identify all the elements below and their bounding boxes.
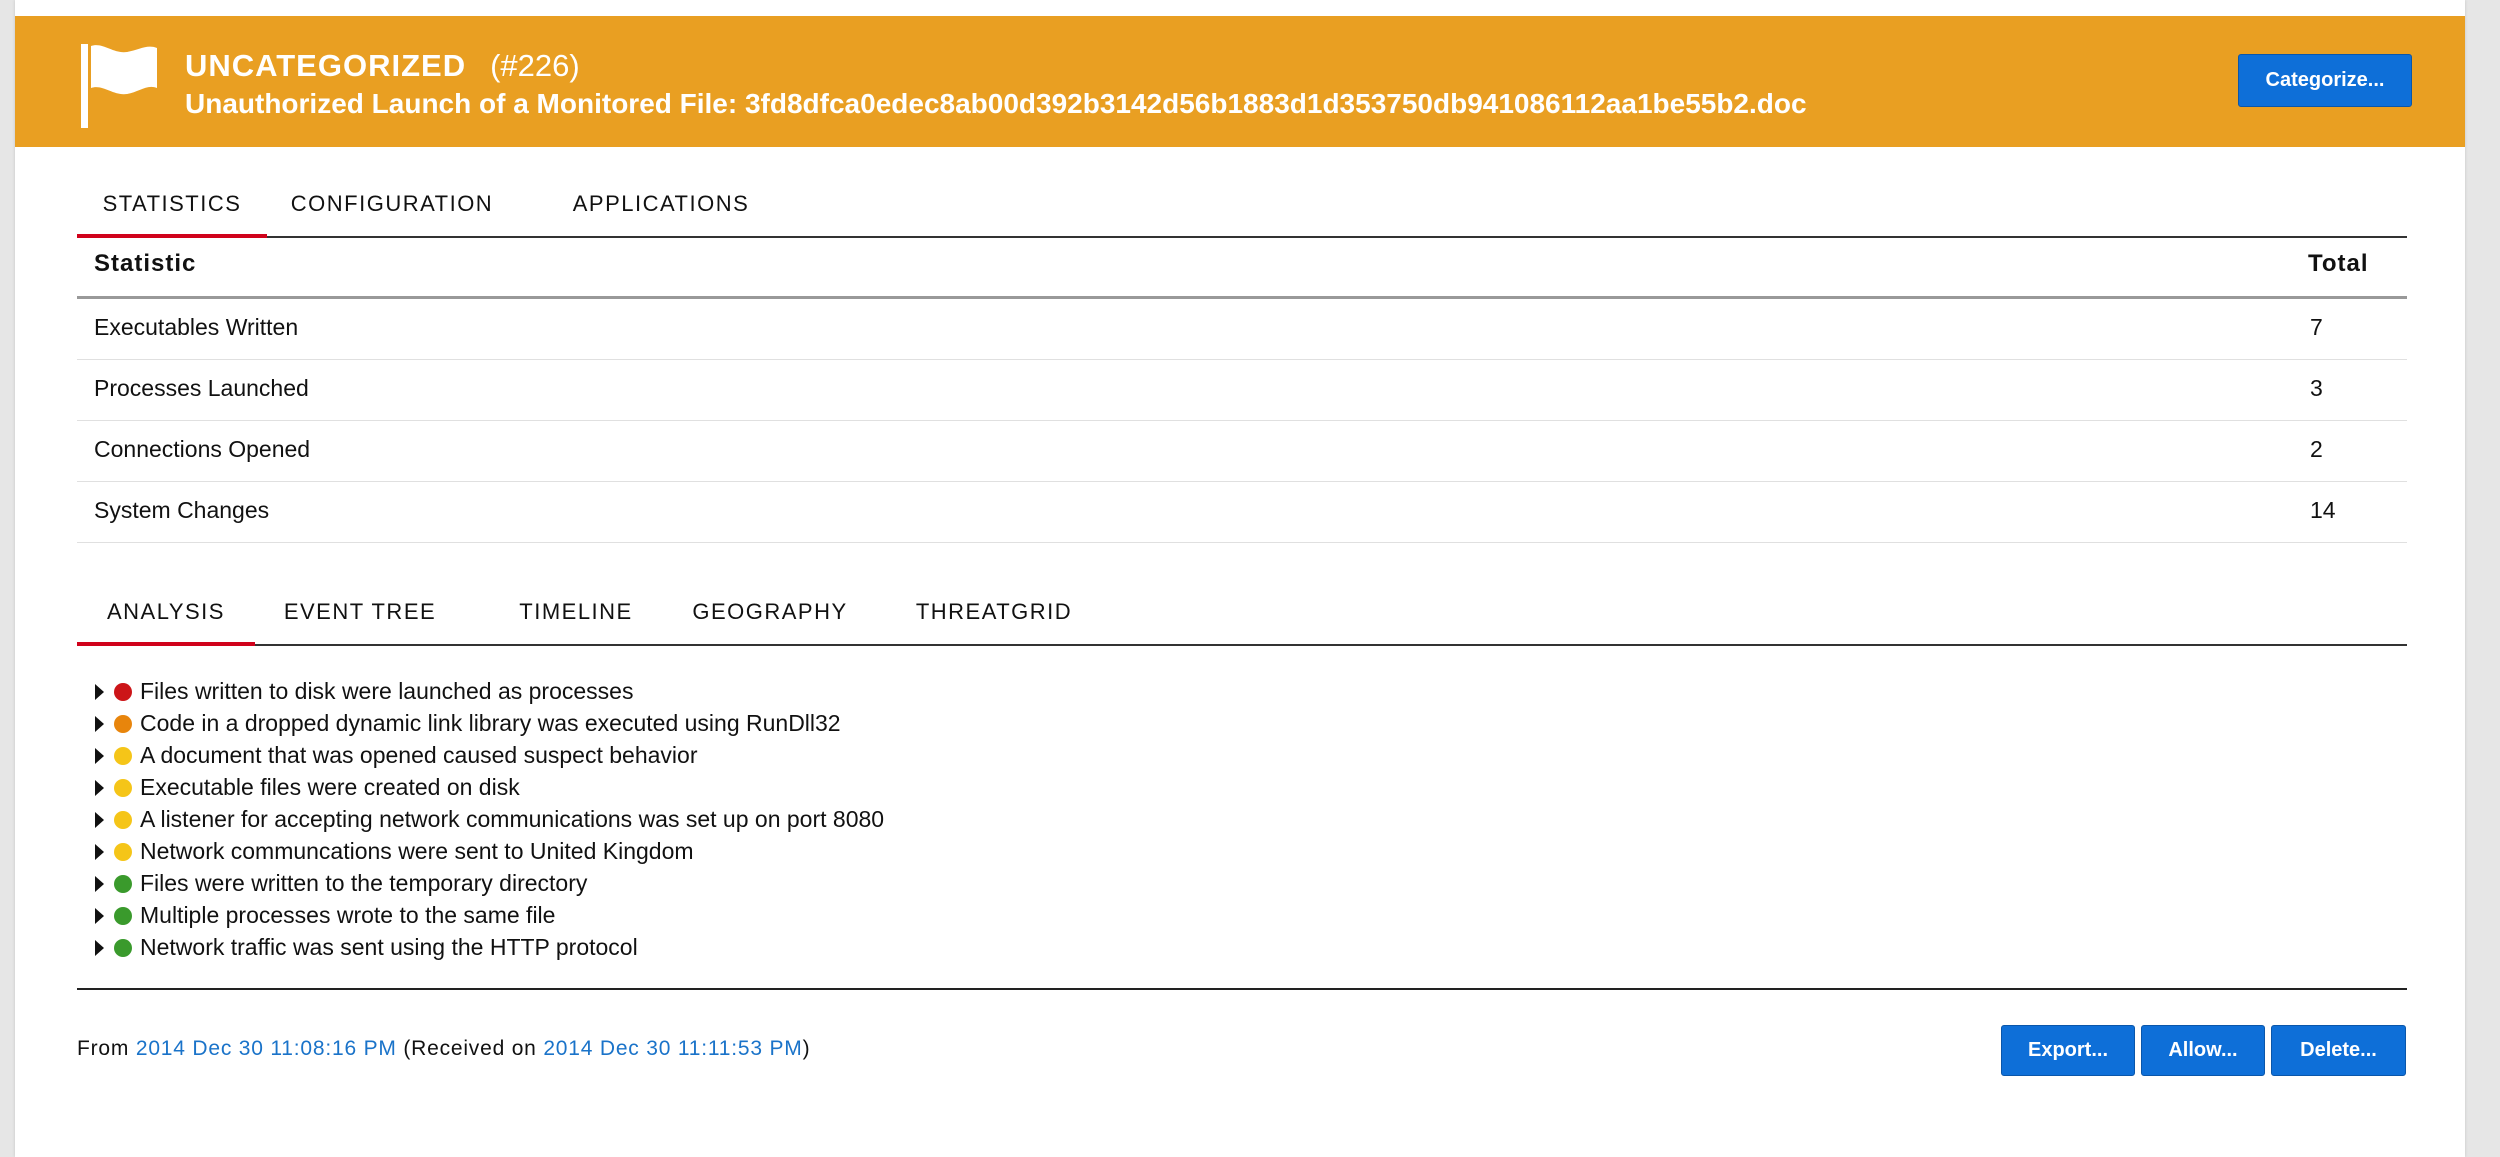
list-item[interactable]: Network traffic was sent using the HTTP … (77, 932, 2407, 964)
expand-arrow-icon[interactable] (95, 940, 104, 956)
tab-timeline[interactable]: TIMELINE (503, 580, 649, 644)
statistics-tab-bar: STATISTICS CONFIGURATION APPLICATIONS (77, 172, 2407, 238)
analysis-tab-bar: ANALYSIS EVENT TREE TIMELINE GEOGRAPHY T… (77, 580, 2407, 646)
severity-green-icon (114, 939, 132, 957)
event-banner: UNCATEGORIZED (#226) Unauthorized Launch … (15, 16, 2465, 147)
statistic-total: 2 (2310, 436, 2323, 462)
statistic-total: 3 (2310, 375, 2323, 401)
analysis-item-text: A listener for accepting network communi… (140, 806, 885, 832)
event-category-line: UNCATEGORIZED (#226) (185, 48, 580, 84)
statistic-name: Connections Opened (94, 436, 311, 462)
statistic-total: 7 (2310, 314, 2323, 340)
tab-statistics[interactable]: STATISTICS (77, 172, 267, 238)
export-button[interactable]: Export... (2001, 1025, 2135, 1076)
table-header: Statistic Total (77, 236, 2407, 299)
expand-arrow-icon[interactable] (95, 780, 104, 796)
from-label: From (77, 1037, 130, 1060)
list-item[interactable]: Network communcations were sent to Unite… (77, 836, 2407, 868)
table-row: Executables Written 7 (77, 299, 2407, 360)
list-item[interactable]: Code in a dropped dynamic link library w… (77, 708, 2407, 740)
event-timestamps: From 2014 Dec 30 11:08:16 PM (Received o… (77, 1037, 810, 1061)
list-item[interactable]: Files were written to the temporary dire… (77, 868, 2407, 900)
statistic-total: 14 (2310, 497, 2336, 523)
statistic-name: Processes Launched (94, 375, 309, 401)
tab-configuration[interactable]: CONFIGURATION (289, 172, 495, 236)
divider (77, 988, 2407, 990)
analysis-item-text: Network traffic was sent using the HTTP … (140, 934, 638, 960)
received-suffix: ) (802, 1037, 811, 1060)
list-item[interactable]: A document that was opened caused suspec… (77, 740, 2407, 772)
tab-threatgrid[interactable]: THREATGRID (897, 580, 1091, 644)
event-title: Unauthorized Launch of a Monitored File:… (185, 88, 1807, 119)
table-row: Processes Launched 3 (77, 360, 2407, 421)
analysis-item-text: Code in a dropped dynamic link library w… (140, 710, 841, 736)
delete-button[interactable]: Delete... (2271, 1025, 2406, 1076)
tab-geography[interactable]: GEOGRAPHY (683, 580, 857, 644)
column-header-total: Total (2308, 250, 2369, 277)
event-category: UNCATEGORIZED (185, 48, 467, 83)
severity-yellow-icon (114, 779, 132, 797)
received-prefix: (Received on (403, 1037, 537, 1060)
severity-red-icon (114, 683, 132, 701)
analysis-list: Files written to disk were launched as p… (77, 676, 2407, 964)
analysis-item-text: Executable files were created on disk (140, 774, 520, 800)
list-item[interactable]: Executable files were created on disk (77, 772, 2407, 804)
received-date-link[interactable]: 2014 Dec 30 11:11:53 PM (543, 1037, 802, 1060)
expand-arrow-icon[interactable] (95, 812, 104, 828)
flag-icon (81, 44, 157, 128)
list-item[interactable]: Files written to disk were launched as p… (77, 676, 2407, 708)
expand-arrow-icon[interactable] (95, 716, 104, 732)
allow-button[interactable]: Allow... (2141, 1025, 2265, 1076)
expand-arrow-icon[interactable] (95, 684, 104, 700)
expand-arrow-icon[interactable] (95, 876, 104, 892)
analysis-item-text: Network communcations were sent to Unite… (140, 838, 694, 864)
severity-yellow-icon (114, 811, 132, 829)
expand-arrow-icon[interactable] (95, 844, 104, 860)
analysis-item-text: Files were written to the temporary dire… (140, 870, 588, 896)
severity-green-icon (114, 907, 132, 925)
analysis-item-text: Files written to disk were launched as p… (140, 678, 634, 704)
statistic-name: Executables Written (94, 314, 299, 340)
analysis-item-text: Multiple processes wrote to the same fil… (140, 902, 556, 928)
event-detail-panel: UNCATEGORIZED (#226) Unauthorized Launch … (15, 0, 2465, 1157)
tab-analysis[interactable]: ANALYSIS (77, 580, 255, 646)
analysis-item-text: A document that was opened caused suspec… (140, 742, 698, 768)
severity-yellow-icon (114, 843, 132, 861)
tab-event-tree[interactable]: EVENT TREE (276, 580, 444, 644)
severity-yellow-icon (114, 747, 132, 765)
expand-arrow-icon[interactable] (95, 908, 104, 924)
list-item[interactable]: Multiple processes wrote to the same fil… (77, 900, 2407, 932)
table-row: Connections Opened 2 (77, 421, 2407, 482)
table-row: System Changes 14 (77, 482, 2407, 543)
severity-green-icon (114, 875, 132, 893)
severity-orange-icon (114, 715, 132, 733)
column-header-statistic: Statistic (94, 250, 197, 277)
statistics-table: Statistic Total Executables Written 7 Pr… (77, 236, 2407, 543)
tab-applications[interactable]: APPLICATIONS (561, 172, 761, 236)
expand-arrow-icon[interactable] (95, 748, 104, 764)
categorize-button[interactable]: Categorize... (2238, 54, 2412, 107)
list-item[interactable]: A listener for accepting network communi… (77, 804, 2407, 836)
statistic-name: System Changes (94, 497, 270, 523)
event-number: (#226) (490, 48, 580, 83)
from-date-link[interactable]: 2014 Dec 30 11:08:16 PM (136, 1037, 397, 1060)
